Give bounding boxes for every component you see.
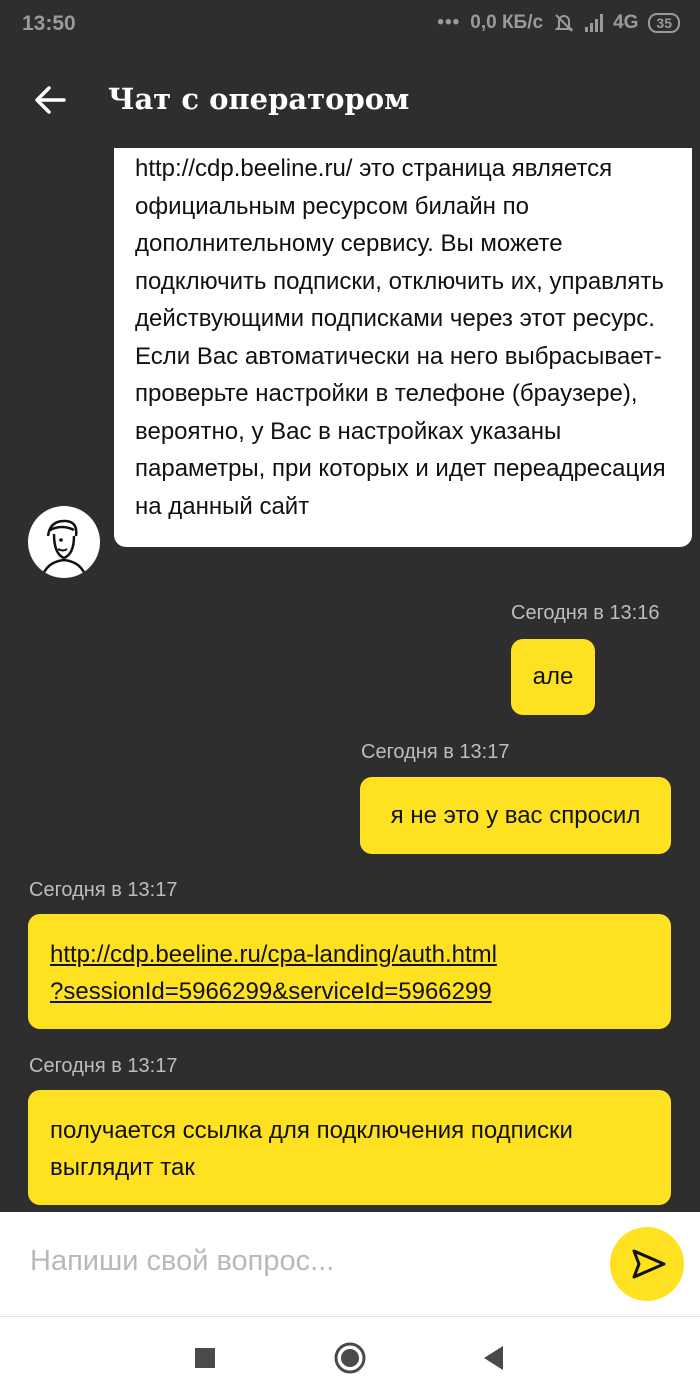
operator-avatar (28, 506, 100, 578)
network-type: 4G (613, 12, 639, 33)
back-triangle-icon[interactable] (482, 1345, 504, 1371)
recents-square-icon[interactable] (194, 1347, 216, 1369)
message-composer (0, 1212, 700, 1317)
message-timestamp: Сегодня в 13:16 (511, 602, 660, 624)
send-button[interactable] (610, 1227, 684, 1301)
battery-icon: 35 (648, 13, 680, 33)
user-message: але (511, 639, 595, 715)
link-line-1: http://cdp.beeline.ru/cpa-landing/auth.h… (50, 941, 497, 968)
message-timestamp: Сегодня в 13:17 (29, 879, 178, 901)
page-title: Чат с оператором (108, 82, 410, 116)
network-speed: 0,0 КБ/с (470, 12, 544, 33)
more-dots-icon: ••• (437, 12, 461, 33)
link-message: http://cdp.beeline.ru/cpa-landing/auth.h… (28, 914, 671, 1029)
message-input[interactable] (28, 1244, 592, 1279)
message-text: получается ссылка для подключения подпис… (50, 1117, 573, 1181)
send-icon (632, 1249, 666, 1279)
message-timestamp: Сегодня в 13:17 (361, 741, 510, 763)
operator-avatar-icon (40, 519, 88, 578)
system-nav-bar (0, 1317, 700, 1400)
operator-message: http://cdp.beeline.ru/ это страница явля… (114, 148, 692, 547)
user-message: я не это у вас спросил (360, 777, 671, 854)
status-time: 13:50 (22, 12, 76, 35)
message-timestamp: Сегодня в 13:17 (29, 1055, 178, 1077)
status-bar: 13:50 ••• 0,0 КБ/с 4G 35 (0, 0, 700, 52)
chat-header: Чат с оператором (0, 52, 700, 148)
link-line-2: ?sessionId=5966299&serviceId=5966299 (50, 978, 492, 1005)
signal-icon (585, 14, 604, 32)
subscription-link[interactable]: http://cdp.beeline.ru/cpa-landing/auth.h… (50, 941, 497, 1005)
mute-icon (554, 14, 574, 32)
home-circle-icon[interactable] (333, 1341, 367, 1375)
status-indicators: ••• 0,0 КБ/с 4G 35 (437, 12, 680, 34)
user-message: получается ссылка для подключения подпис… (28, 1090, 671, 1205)
back-arrow-icon[interactable] (30, 80, 70, 120)
